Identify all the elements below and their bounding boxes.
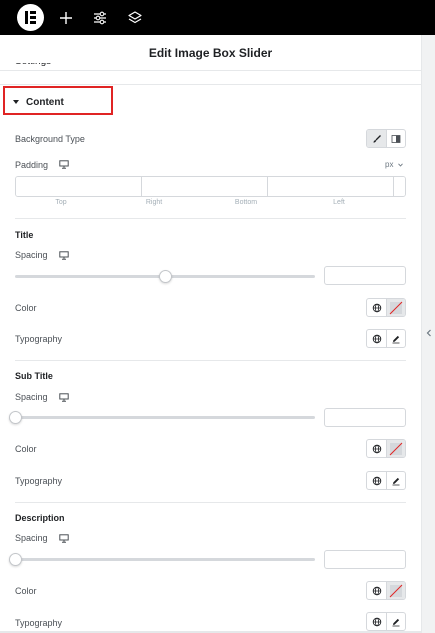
title-spacing-input[interactable] (324, 266, 406, 285)
subtitle-typography-label: Typography (15, 476, 63, 486)
global-colors-button[interactable] (367, 299, 386, 316)
title-spacing-label: Spacing (15, 250, 48, 260)
description-spacing-slider[interactable] (15, 558, 315, 561)
description-color-control (366, 581, 406, 600)
title-typography-label: Typography (15, 334, 63, 344)
pencil-icon (392, 477, 400, 485)
globe-icon (372, 586, 381, 595)
description-typography-control (366, 612, 406, 631)
no-color-swatch-icon (389, 442, 403, 455)
description-group-heading: Description (15, 513, 65, 523)
sliders-icon[interactable] (90, 8, 110, 28)
globe-icon (372, 476, 381, 485)
no-color-swatch-icon (389, 584, 403, 597)
global-colors-button[interactable] (367, 582, 386, 599)
group-divider (15, 502, 406, 503)
section-toggle-content[interactable]: Content (26, 97, 64, 108)
subtitle-spacing-slider-handle[interactable] (9, 411, 22, 424)
color-picker-button[interactable] (386, 440, 405, 457)
desktop-icon[interactable] (59, 160, 69, 169)
global-typography-button[interactable] (367, 613, 386, 630)
gradient-icon (391, 134, 401, 143)
description-typography-label: Typography (15, 618, 63, 628)
subtitle-spacing-label: Spacing (15, 392, 48, 402)
no-color-swatch-icon (389, 301, 403, 314)
caret-down-icon[interactable] (13, 100, 19, 104)
description-spacing-label: Spacing (15, 533, 48, 543)
brush-icon (373, 134, 381, 143)
subtitle-group-heading: Sub Title (15, 371, 53, 381)
title-color-control (366, 298, 406, 317)
title-typography-control (366, 329, 406, 348)
subtitle-color-label: Color (15, 444, 37, 454)
padding-bottom-input[interactable] (267, 177, 393, 196)
padding-bottom-label: Bottom (234, 199, 258, 206)
background-classic-button[interactable] (367, 130, 386, 147)
pencil-icon (392, 335, 400, 343)
padding-label: Padding (15, 160, 49, 170)
chevron-left-icon[interactable] (424, 327, 434, 339)
background-type-control (366, 129, 406, 148)
padding-left-label: Left (333, 199, 345, 206)
chevron-down-icon[interactable] (398, 163, 403, 167)
subtitle-spacing-input[interactable] (324, 408, 406, 427)
description-spacing-input[interactable] (324, 550, 406, 569)
group-divider (15, 218, 406, 219)
color-picker-button[interactable] (386, 299, 405, 316)
subtitle-spacing-slider[interactable] (15, 416, 315, 419)
global-typography-button[interactable] (367, 472, 386, 489)
globe-icon (372, 617, 381, 626)
subtitle-color-control (366, 439, 406, 458)
global-colors-button[interactable] (367, 440, 386, 457)
padding-right-input[interactable] (141, 177, 267, 196)
edit-typography-button[interactable] (386, 613, 405, 630)
edit-typography-button[interactable] (386, 472, 405, 489)
globe-icon (372, 334, 381, 343)
padding-units-select[interactable]: px (385, 160, 393, 169)
desktop-icon[interactable] (59, 534, 69, 543)
page-title: Edit Image Box Slider (148, 46, 273, 60)
title-color-label: Color (15, 303, 37, 313)
title-spacing-slider-handle[interactable] (158, 270, 172, 283)
description-spacing-slider-handle[interactable] (9, 553, 22, 566)
title-group-heading: Title (15, 230, 34, 240)
group-divider (15, 360, 406, 361)
edit-typography-button[interactable] (386, 330, 405, 347)
previous-section-remnant: Settings (15, 63, 75, 71)
background-gradient-button[interactable] (386, 130, 405, 147)
top-toolbar (0, 0, 435, 35)
background-type-label: Background Type (15, 134, 85, 144)
subtitle-typography-control (366, 471, 406, 490)
section-divider (0, 84, 421, 85)
color-picker-button[interactable] (386, 582, 405, 599)
pencil-icon (392, 618, 400, 626)
layers-icon[interactable] (125, 8, 145, 28)
padding-top-label: Top (55, 199, 67, 206)
elementor-logo-icon[interactable] (17, 4, 44, 31)
padding-right-label: Right (145, 199, 163, 206)
desktop-icon[interactable] (59, 393, 69, 402)
plus-icon[interactable] (56, 8, 76, 28)
global-typography-button[interactable] (367, 330, 386, 347)
padding-dimensions (15, 176, 406, 197)
padding-top-input[interactable] (16, 177, 141, 196)
desktop-icon[interactable] (59, 251, 69, 260)
description-color-label: Color (15, 586, 37, 596)
padding-left-input[interactable] (393, 177, 405, 196)
globe-icon (372, 444, 381, 453)
globe-icon (372, 303, 381, 312)
